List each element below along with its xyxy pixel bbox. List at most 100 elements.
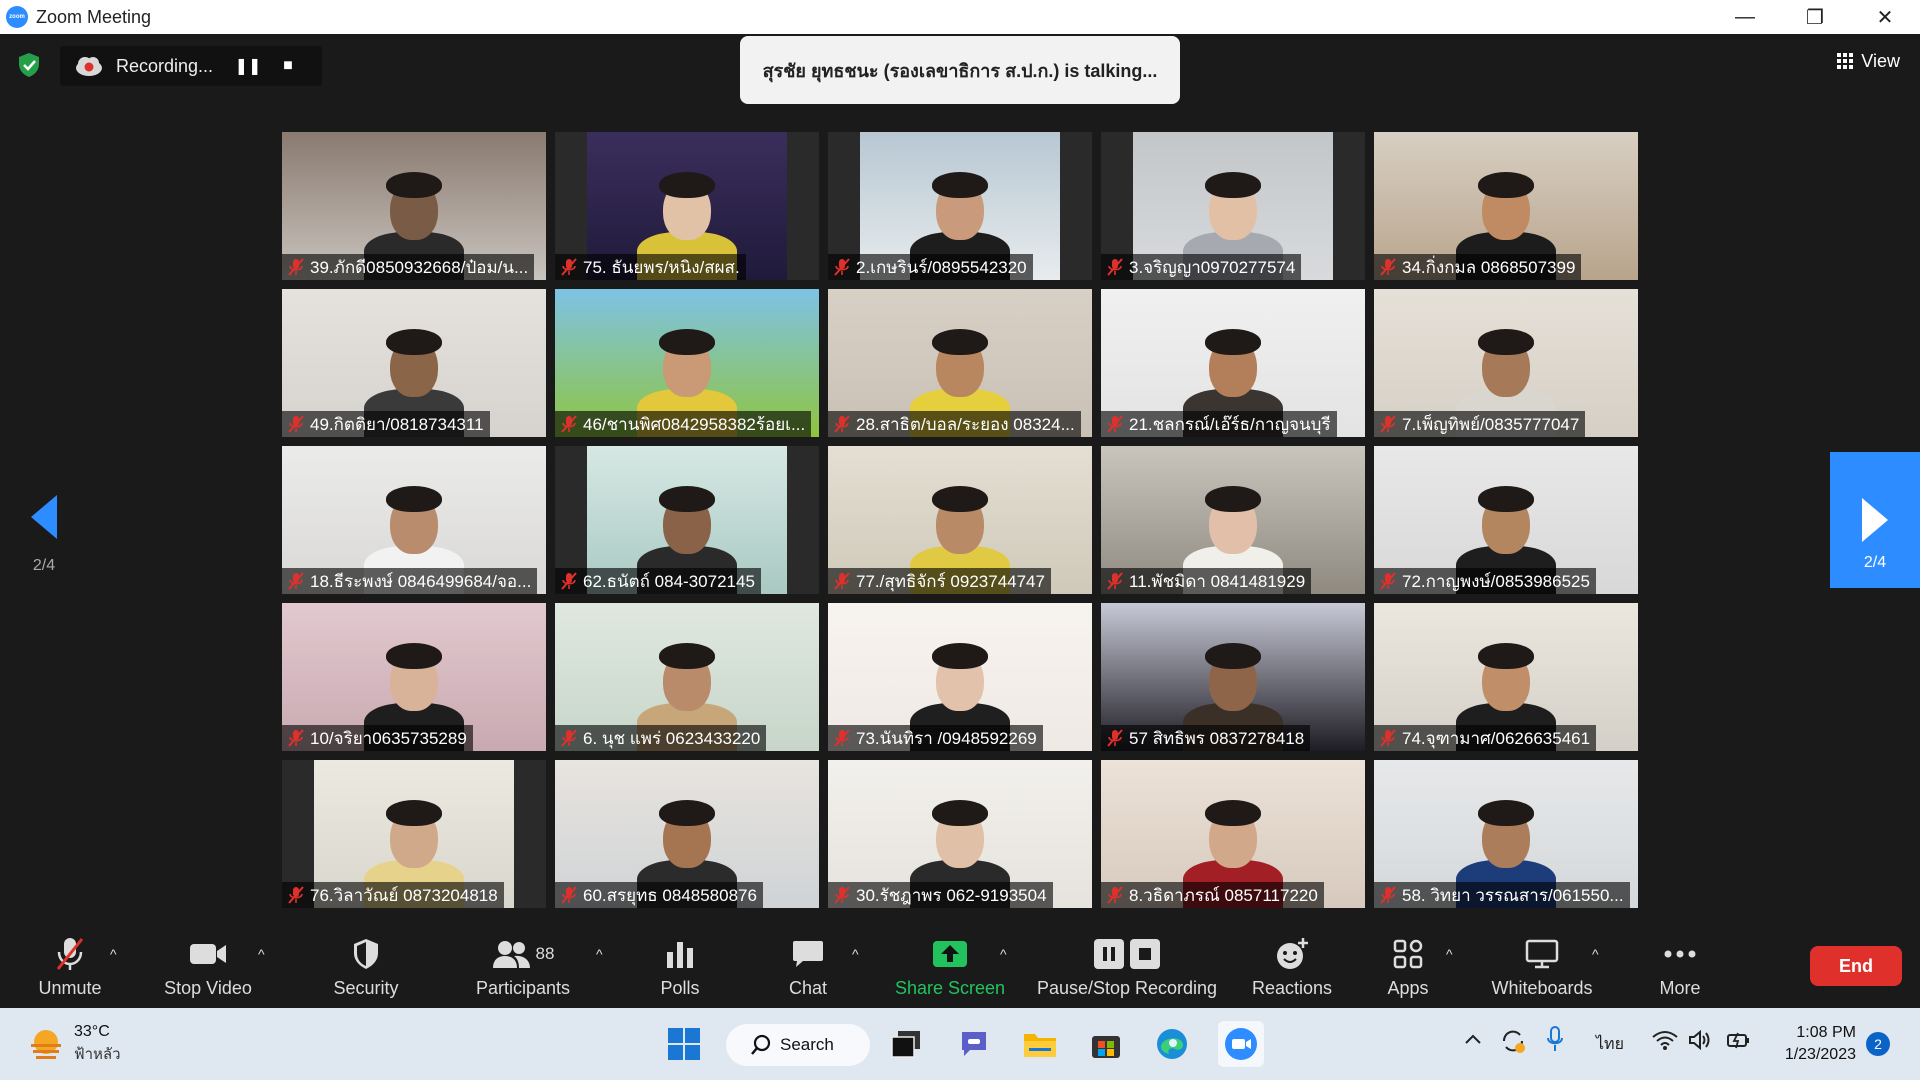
- participant-tile[interactable]: 46/ชานพิศ0842958382ร้อยเ...: [555, 289, 819, 437]
- zoom-taskbar-button[interactable]: [1218, 1021, 1264, 1067]
- pause-stop-recording-button[interactable]: Pause/Stop Recording: [1032, 934, 1222, 999]
- previous-page-button[interactable]: 2/4: [24, 495, 64, 575]
- participant-tile[interactable]: 34.กิ่งกมล 0868507399: [1374, 132, 1638, 280]
- next-page-button[interactable]: 2/4: [1830, 452, 1920, 588]
- reactions-label: Reactions: [1251, 978, 1333, 998]
- participant-tile[interactable]: 57 สิทธิพร 0837278418: [1101, 603, 1365, 751]
- weather-widget[interactable]: 33°C ฟ้าหลัว: [28, 1022, 121, 1066]
- volume-tray[interactable]: [1688, 1029, 1712, 1055]
- microphone-muted-icon: [561, 415, 577, 433]
- notification-count-badge[interactable]: 2: [1866, 1032, 1890, 1056]
- pause-icon: [1094, 939, 1124, 969]
- participant-name: 34.กิ่งกมล 0868507399: [1402, 257, 1576, 277]
- participant-tile[interactable]: 75. ธันยพร/หนิง/สผส.: [555, 132, 819, 280]
- encryption-shield-icon[interactable]: [16, 52, 42, 78]
- share-screen-label: Share Screen: [894, 978, 1006, 998]
- whiteboards-options-caret[interactable]: ^: [1592, 946, 1599, 962]
- participant-name: 62.ธนัตถ์ 084-3072145: [583, 571, 755, 591]
- microphone-muted-icon: [834, 258, 850, 276]
- view-button[interactable]: View: [1837, 46, 1900, 76]
- participant-name: 8.วธิดาภรณ์ 0857117220: [1129, 885, 1318, 905]
- participant-tile[interactable]: 49.กิตติยา/0818734311: [282, 289, 546, 437]
- stop-recording-button[interactable]: ■: [270, 48, 306, 84]
- chat-options-caret[interactable]: ^: [852, 946, 859, 962]
- participant-tile[interactable]: 60.สรยุทธ 0848580876: [555, 760, 819, 908]
- task-view-button[interactable]: [886, 1024, 926, 1064]
- participant-tile[interactable]: 2.เกษรินร์/0895542320: [828, 132, 1092, 280]
- participant-name: 6. นุช แพร่ 0623433220: [583, 728, 761, 748]
- microphone-muted-icon: [1107, 415, 1123, 433]
- audio-options-caret[interactable]: ^: [110, 946, 117, 962]
- participant-tile[interactable]: 10/จริยา0635735289: [282, 603, 546, 751]
- taskbar-clock[interactable]: 1:08 PM 1/23/2023: [1770, 1022, 1856, 1066]
- participant-tile[interactable]: 72.กาญพงษ์/0853986525: [1374, 446, 1638, 594]
- chat-button[interactable]: Chat: [768, 934, 848, 999]
- share-options-caret[interactable]: ^: [1000, 946, 1007, 962]
- participant-tile[interactable]: 58. วิทยา วรรณสาร/061550...: [1374, 760, 1638, 908]
- restore-button[interactable]: ❐: [1780, 0, 1850, 34]
- pause-recording-button[interactable]: ❚❚: [230, 48, 266, 84]
- participant-name: 46/ชานพิศ0842958382ร้อยเ...: [583, 414, 806, 434]
- polls-button[interactable]: Polls: [640, 934, 720, 999]
- participant-name: 30.รัชฎาพร 062-9193504: [856, 885, 1047, 905]
- microphone-muted-icon: [834, 886, 850, 904]
- battery-tray[interactable]: [1726, 1030, 1752, 1055]
- participant-tile[interactable]: 73.นันทิรา /0948592269: [828, 603, 1092, 751]
- start-button[interactable]: [664, 1024, 704, 1064]
- participant-name-bar: 62.ธนัตถ์ 084-3072145: [555, 568, 761, 594]
- minimize-button[interactable]: —: [1710, 0, 1780, 34]
- teams-chat-icon: [962, 1032, 986, 1056]
- share-screen-button[interactable]: Share Screen: [890, 934, 1010, 999]
- participant-tile[interactable]: 77./สุทธิจักร์ 0923744747: [828, 446, 1092, 594]
- more-button[interactable]: More: [1640, 934, 1720, 999]
- pause-stop-recording-label: Pause/Stop Recording: [1036, 978, 1218, 998]
- participants-count: 88: [535, 944, 555, 963]
- show-hidden-icons[interactable]: [1464, 1032, 1482, 1050]
- sync-tray[interactable]: [1500, 1028, 1526, 1059]
- reactions-button[interactable]: Reactions: [1246, 934, 1338, 999]
- participant-tile[interactable]: 8.วธิดาภรณ์ 0857117220: [1101, 760, 1365, 908]
- teams-chat-button[interactable]: [954, 1024, 994, 1064]
- file-explorer-button[interactable]: [1020, 1024, 1060, 1064]
- participant-name-bar: 11.พัชมิดา 0841481929: [1101, 568, 1312, 594]
- participant-tile[interactable]: 30.รัชฎาพร 062-9193504: [828, 760, 1092, 908]
- stop-video-button[interactable]: Stop Video: [158, 934, 258, 999]
- more-dots-icon: [1664, 950, 1696, 958]
- participant-name-bar: 8.วธิดาภรณ์ 0857117220: [1101, 882, 1324, 908]
- participant-tile[interactable]: 21.ชลกรณ์/เอ๊ร์ธ/กาญจนบุรี: [1101, 289, 1365, 437]
- participant-tile[interactable]: 18.ธีระพงษ์ 0846499684/จอ...: [282, 446, 546, 594]
- microphone-tray[interactable]: [1546, 1026, 1564, 1059]
- window-controls: — ❐ ✕: [1710, 0, 1920, 34]
- close-button[interactable]: ✕: [1850, 0, 1920, 34]
- participant-tile[interactable]: 74.จุฑามาศ/0626635461: [1374, 603, 1638, 751]
- input-language[interactable]: ไทย: [1596, 1032, 1624, 1057]
- microphone-muted-icon: [288, 572, 304, 590]
- unmute-button[interactable]: Unmute: [28, 934, 112, 999]
- security-button[interactable]: Security: [326, 934, 406, 999]
- participant-tile[interactable]: 3.จริญญา0970277574: [1101, 132, 1365, 280]
- participant-name-bar: 75. ธันยพร/หนิง/สผส.: [555, 254, 746, 280]
- participant-tile[interactable]: 6. นุช แพร่ 0623433220: [555, 603, 819, 751]
- participant-tile[interactable]: 62.ธนัตถ์ 084-3072145: [555, 446, 819, 594]
- participants-label: Participants: [475, 978, 571, 998]
- wifi-icon: [1652, 1031, 1678, 1050]
- participant-name-bar: 6. นุช แพร่ 0623433220: [555, 725, 767, 751]
- wifi-tray[interactable]: [1652, 1030, 1678, 1055]
- apps-button[interactable]: Apps: [1370, 934, 1446, 999]
- apps-options-caret[interactable]: ^: [1446, 946, 1453, 962]
- participant-name-bar: 2.เกษรินร์/0895542320: [828, 254, 1033, 280]
- microsoft-store-button[interactable]: [1086, 1024, 1126, 1064]
- edge-browser-button[interactable]: [1152, 1024, 1192, 1064]
- participants-button[interactable]: 88 Participants: [470, 934, 576, 999]
- taskbar-search[interactable]: Search: [726, 1024, 870, 1066]
- whiteboards-button[interactable]: Whiteboards: [1486, 934, 1598, 999]
- participant-tile[interactable]: 11.พัชมิดา 0841481929: [1101, 446, 1365, 594]
- participants-options-caret[interactable]: ^: [596, 946, 603, 962]
- end-meeting-button[interactable]: End: [1810, 946, 1902, 986]
- window-title-bar: zoom Zoom Meeting — ❐ ✕: [0, 0, 1920, 34]
- video-options-caret[interactable]: ^: [258, 946, 265, 962]
- participant-tile[interactable]: 39.ภักดี0850932668/ป๋อม/น...: [282, 132, 546, 280]
- participant-tile[interactable]: 76.วิลาวัณย์ 0873204818: [282, 760, 546, 908]
- participant-tile[interactable]: 28.สาธิต/บอล/ระยอง 08324...: [828, 289, 1092, 437]
- participant-tile[interactable]: 7.เพ็ญทิพย์/0835777047: [1374, 289, 1638, 437]
